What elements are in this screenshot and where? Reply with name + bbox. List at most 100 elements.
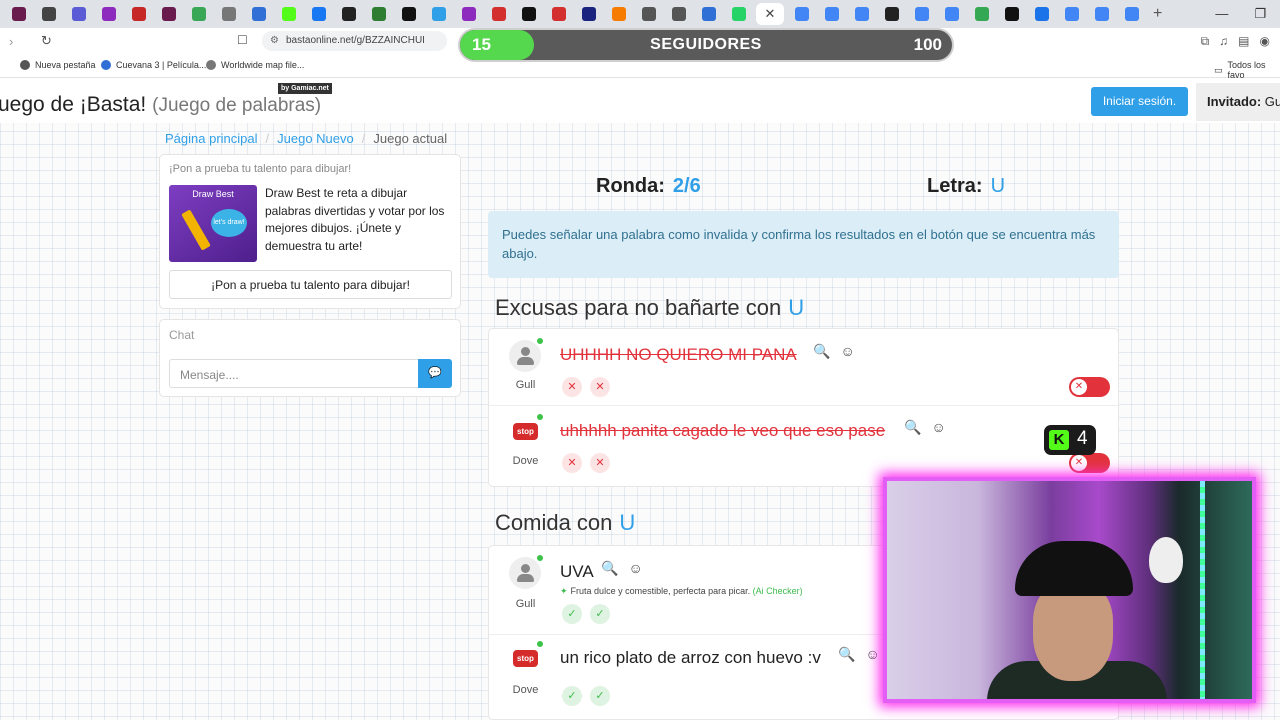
browser-tab[interactable]: [576, 3, 601, 25]
browser-tab[interactable]: [456, 3, 481, 25]
search-icon[interactable]: 🔍: [601, 560, 618, 576]
letter-value: U: [990, 175, 1006, 197]
online-dot: [537, 555, 543, 561]
browser-tab[interactable]: [606, 3, 631, 25]
sidepanel-icon[interactable]: ▤: [1238, 34, 1249, 49]
browser-tab[interactable]: [1059, 3, 1084, 25]
title-subtitle: (Juego de palabras): [152, 95, 322, 116]
browser-tab-strip: ✕ + — ❐: [0, 0, 1280, 28]
answer-text: UVA: [560, 562, 594, 581]
vote-list: ✕ ✕: [562, 453, 610, 473]
site-info-icon[interactable]: ⚙: [270, 35, 279, 46]
emoji-react-icon[interactable]: ☺: [931, 419, 945, 435]
browser-tab[interactable]: [486, 3, 511, 25]
extensions-bar: ⧉ ♫ ▤ ◉: [1201, 34, 1270, 49]
browser-tab[interactable]: [1089, 3, 1114, 25]
browser-tab[interactable]: [999, 3, 1024, 25]
round-indicator: Ronda: 2/6: [596, 175, 701, 198]
followers-goal: 100: [913, 35, 942, 54]
answer-row: Gull UHHHH NO QUIERO MI PANA 🔍 ☺ ✕ ✕ ✕: [489, 333, 1120, 409]
bookmark-all-favorites[interactable]: ▭ Todos los favo: [1214, 60, 1280, 80]
followers-current: 15: [472, 35, 491, 54]
browser-tab[interactable]: [96, 3, 121, 25]
login-button[interactable]: Iniciar sesión.: [1091, 87, 1188, 116]
browser-tab[interactable]: [336, 3, 361, 25]
breadcrumb-home[interactable]: Página principal: [165, 131, 258, 146]
bookmark-nueva-pestana[interactable]: Nueva pestaña: [20, 60, 96, 70]
bookmark-worldwide-map[interactable]: Worldwide map file...: [206, 60, 304, 70]
browser-tab[interactable]: [666, 3, 691, 25]
browser-tab[interactable]: [126, 3, 151, 25]
browser-tab[interactable]: [366, 3, 391, 25]
browser-tab[interactable]: [306, 3, 331, 25]
browser-tab[interactable]: [426, 3, 451, 25]
bookmark-cuevana[interactable]: Cuevana 3 | Película...: [101, 60, 206, 70]
invalid-toggle[interactable]: ✕: [1069, 377, 1110, 397]
url-field[interactable]: ⚙ bastaonline.net/g/BZZAINCHUI: [262, 31, 447, 51]
profile-icon[interactable]: ◉: [1260, 34, 1270, 49]
category-letter: U: [619, 510, 636, 535]
tab-favicon-icon: [974, 7, 989, 21]
browser-tab[interactable]: [849, 3, 874, 25]
browser-tab[interactable]: [726, 3, 751, 25]
browser-tab[interactable]: [879, 3, 904, 25]
browser-tab[interactable]: [1029, 3, 1054, 25]
forward-icon[interactable]: ›: [9, 34, 27, 49]
browser-tab[interactable]: [546, 3, 571, 25]
browser-tab[interactable]: [1119, 3, 1144, 25]
emoji-react-icon[interactable]: ☺: [840, 343, 854, 359]
bookmark-star-icon[interactable]: ☐: [237, 33, 248, 47]
page-title: uego de ¡Basta! (Juego de palabras): [0, 93, 321, 117]
chat-message-input[interactable]: Mensaje....: [169, 359, 419, 388]
browser-tab[interactable]: [789, 3, 814, 25]
browser-tab[interactable]: [819, 3, 844, 25]
category-name: Excusas para no bañarte con: [495, 295, 782, 320]
kick-logo-icon: K: [1049, 430, 1069, 450]
new-tab-button[interactable]: +: [1153, 5, 1162, 23]
minimize-button[interactable]: —: [1215, 6, 1228, 22]
extension-icon[interactable]: ⧉: [1201, 34, 1210, 49]
browser-tab[interactable]: [696, 3, 721, 25]
ai-hint-text: Fruta dulce y comestible, perfecta para …: [570, 586, 751, 596]
emoji-react-icon[interactable]: ☺: [628, 560, 642, 576]
reload-icon[interactable]: ↻: [41, 33, 59, 49]
invalid-toggle[interactable]: ✕: [1069, 453, 1110, 473]
browser-tab[interactable]: [636, 3, 661, 25]
browser-tab[interactable]: [216, 3, 241, 25]
browser-tab[interactable]: [186, 3, 211, 25]
tab-favicon-icon: [884, 7, 899, 21]
search-icon[interactable]: 🔍: [838, 646, 855, 662]
vote-reject-icon: ✕: [562, 453, 582, 473]
browser-tab[interactable]: [909, 3, 934, 25]
browser-tab[interactable]: [516, 3, 541, 25]
browser-tab[interactable]: [36, 3, 61, 25]
stop-sign-icon: stop: [513, 650, 538, 667]
browser-tab[interactable]: [246, 3, 271, 25]
search-icon[interactable]: 🔍: [904, 419, 921, 435]
browser-tab[interactable]: [276, 3, 301, 25]
ad-thumbnail[interactable]: Draw Best let's draw!: [169, 185, 257, 262]
breadcrumb-new-game[interactable]: Juego Nuevo: [277, 131, 354, 146]
followers-label: SEGUIDORES: [650, 36, 762, 53]
emoji-react-icon[interactable]: ☺: [865, 646, 879, 662]
browser-tab[interactable]: [969, 3, 994, 25]
vote-reject-icon: ✕: [562, 377, 582, 397]
browser-tab[interactable]: [156, 3, 181, 25]
close-tab-icon[interactable]: ✕: [763, 7, 777, 21]
tab-favicon-icon: [161, 7, 176, 21]
vote-accept-icon: ✓: [590, 686, 610, 706]
vote-accept-icon: ✓: [590, 604, 610, 624]
browser-tab[interactable]: [66, 3, 91, 25]
bookmark-label: Todos los favo: [1227, 60, 1266, 80]
ad-cta-button[interactable]: ¡Pon a prueba tu talento para dibujar!: [169, 270, 452, 299]
restore-button[interactable]: ❐: [1254, 6, 1266, 22]
search-icon[interactable]: 🔍: [813, 343, 830, 359]
gamiac-badge[interactable]: by Gamiac.net: [278, 83, 332, 94]
active-tab[interactable]: ✕: [756, 3, 784, 25]
browser-tab[interactable]: [396, 3, 421, 25]
chat-send-button[interactable]: 💬: [418, 359, 452, 388]
browser-tab[interactable]: [6, 3, 31, 25]
media-icon[interactable]: ♫: [1219, 34, 1228, 49]
webcam-overlay: [883, 477, 1256, 703]
browser-tab[interactable]: [939, 3, 964, 25]
